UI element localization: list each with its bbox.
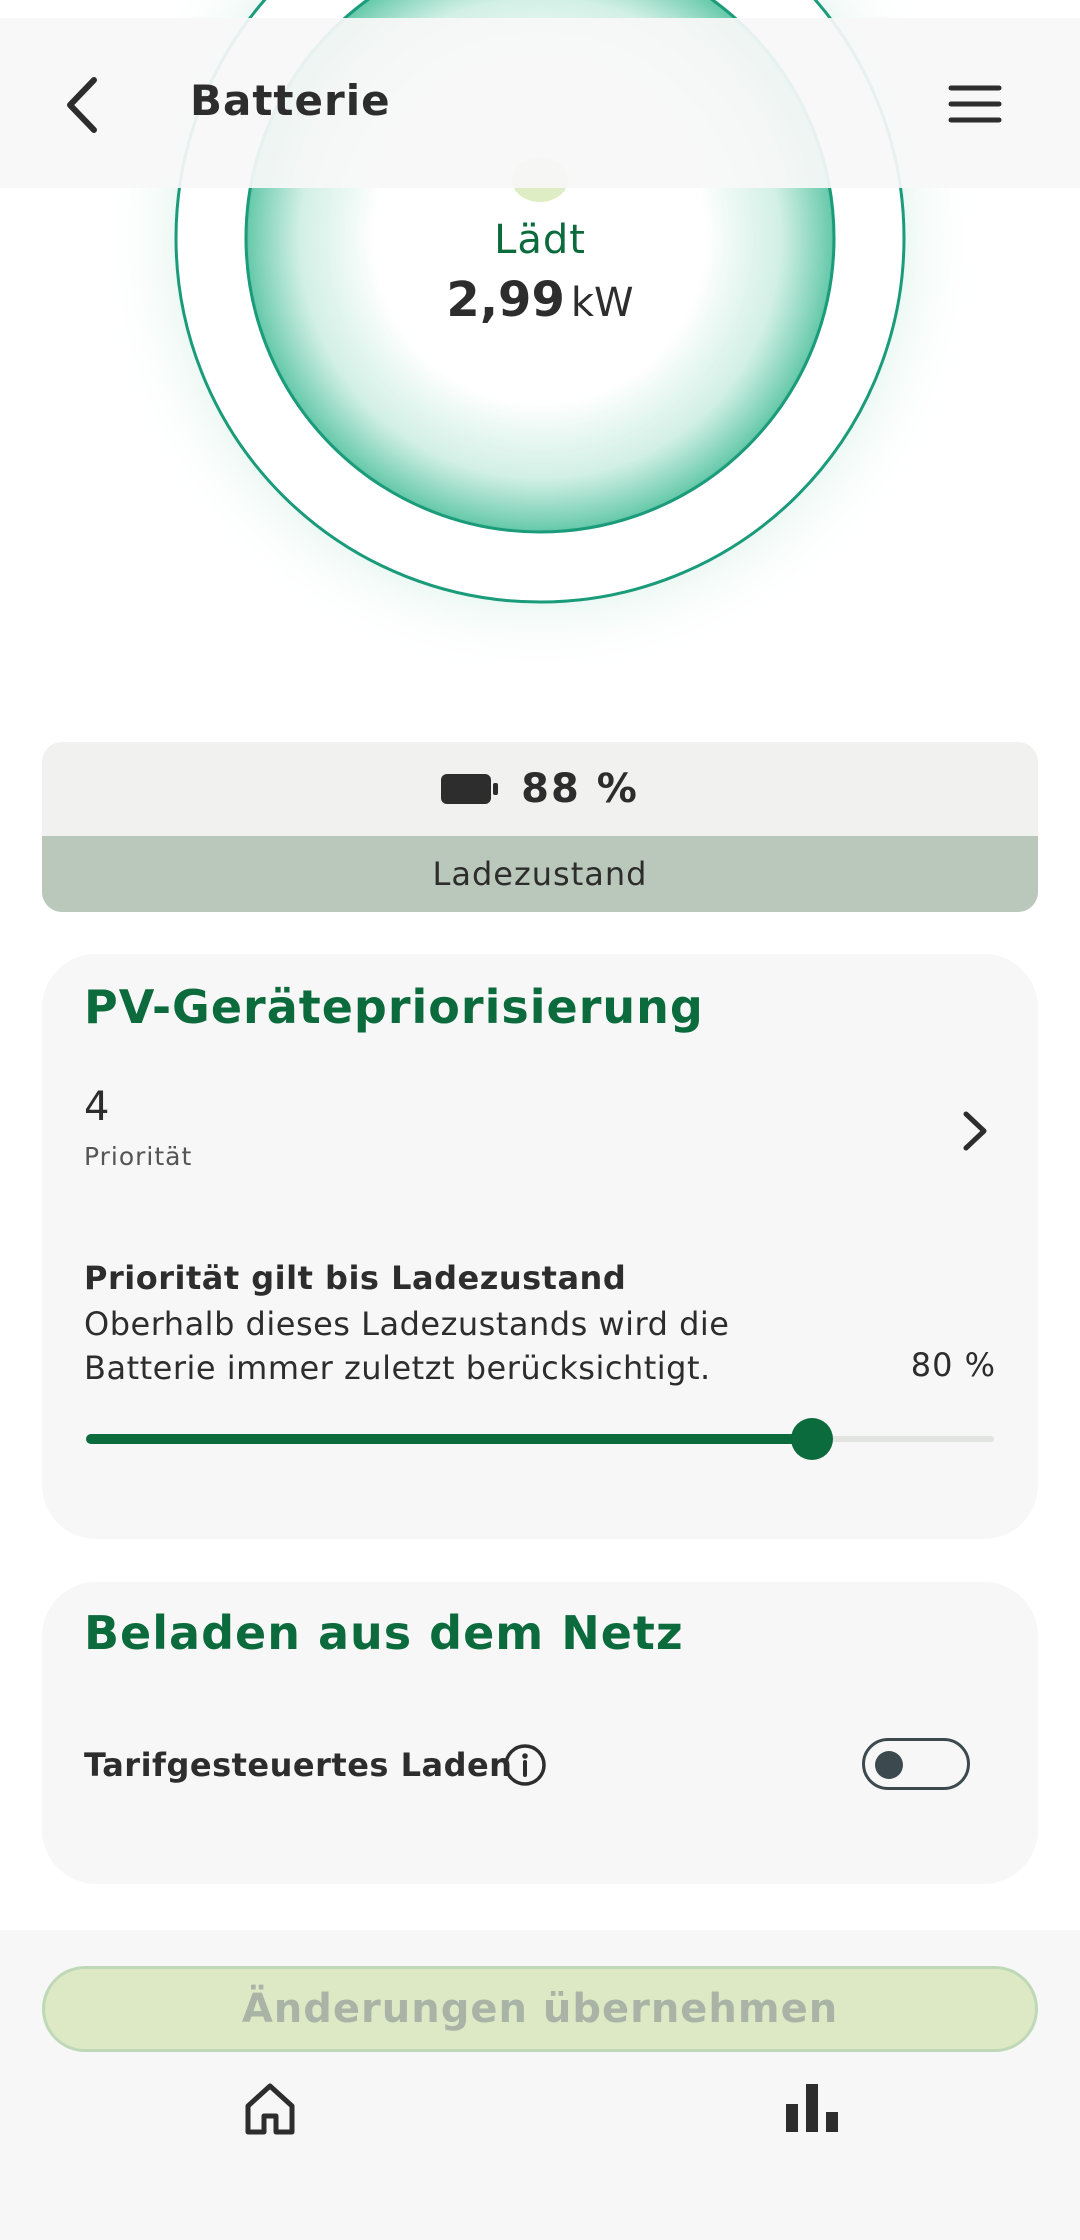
tariff-charging-label: Tarifgesteuertes Laden (84, 1746, 513, 1784)
charging-status: Lädt (494, 217, 586, 263)
slider-fill (86, 1434, 813, 1444)
state-of-charge-value-row: 88 % (42, 742, 1038, 836)
priority-selector[interactable]: 4 Priorität (42, 1084, 1038, 1194)
soc-limit-title: Priorität gilt bis Ladezustand (84, 1259, 627, 1297)
charging-power-value: 2,99 (446, 272, 565, 328)
app-header: Batterie (0, 18, 1080, 188)
tariff-charging-toggle[interactable] (862, 1738, 970, 1790)
battery-screen: Lädt 2,99 kW Batterie 88 % Ladezustand P… (0, 0, 1080, 2240)
page-title: Batterie (190, 76, 391, 125)
bottom-bar: Änderungen übernehmen (0, 1930, 1080, 2240)
state-of-charge-value: 88 % (521, 766, 639, 812)
gauge-readout: Lädt 2,99 kW (340, 210, 740, 333)
charging-power-unit: kW (570, 280, 634, 326)
chevron-left-icon (67, 77, 97, 133)
slider-thumb[interactable] (791, 1418, 834, 1460)
priority-value: 4 (84, 1084, 110, 1130)
info-icon[interactable] (502, 1742, 548, 1788)
state-of-charge-card: 88 % Ladezustand (42, 742, 1038, 912)
toggle-knob (875, 1751, 903, 1779)
home-icon (245, 2083, 295, 2135)
soc-limit-description: Oberhalb dieses Ladezustands wird die Ba… (84, 1305, 730, 1387)
battery-icon (441, 774, 499, 804)
pv-priority-card: PV-Gerätepriorisierung 4 Priorität Prior… (42, 954, 1038, 1539)
soc-limit-value: 80 % (910, 1346, 996, 1384)
grid-charging-title: Beladen aus dem Netz (84, 1606, 684, 1660)
charging-power: 2,99 kW (340, 270, 740, 333)
back-button[interactable] (50, 70, 120, 140)
grid-charging-card: Beladen aus dem Netz Tarifgesteuertes La… (42, 1582, 1038, 1884)
tariff-charging-row: Tarifgesteuertes Laden (42, 1730, 1038, 1810)
hamburger-menu-icon (948, 85, 1002, 123)
chevron-right-icon (963, 1111, 987, 1151)
soc-limit-slider[interactable] (86, 1418, 994, 1460)
pv-priority-title: PV-Gerätepriorisierung (84, 980, 704, 1034)
nav-home-button[interactable] (240, 2078, 300, 2138)
state-of-charge-label: Ladezustand (42, 836, 1038, 912)
bar-chart-icon (786, 2084, 838, 2132)
priority-label: Priorität (84, 1142, 193, 1171)
apply-changes-button[interactable]: Änderungen übernehmen (42, 1966, 1038, 2052)
nav-statistics-button[interactable] (782, 2080, 842, 2136)
menu-button[interactable] (945, 80, 1005, 130)
